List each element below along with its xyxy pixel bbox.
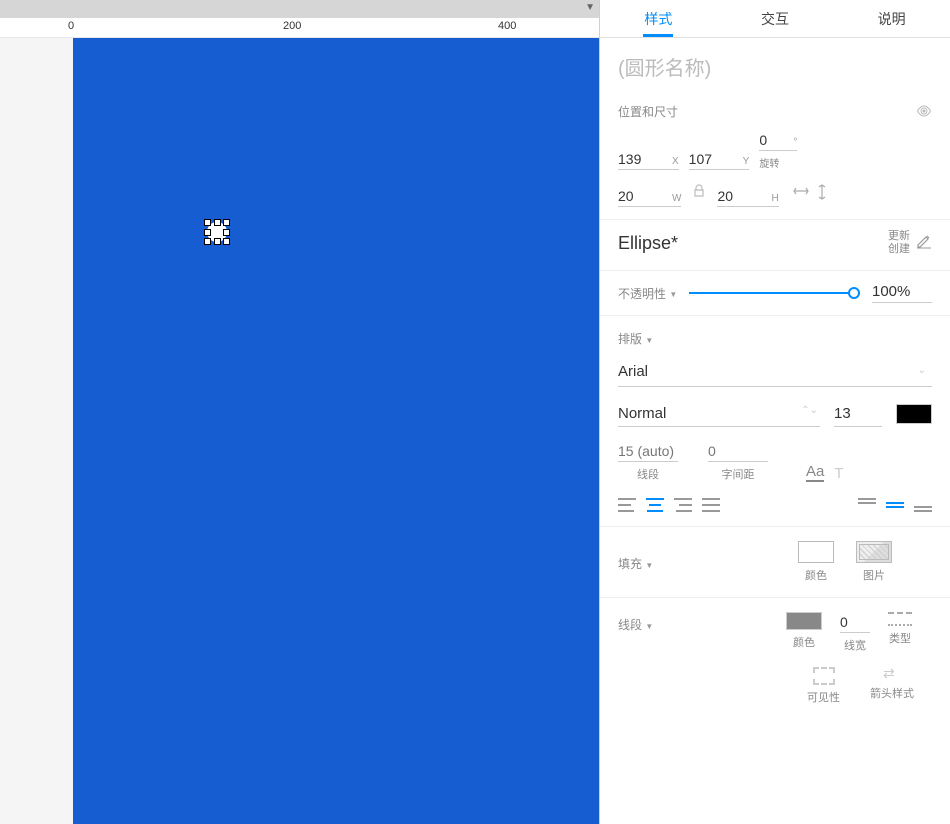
tab-style[interactable]: 样式 bbox=[600, 0, 717, 37]
typography-title[interactable]: 排版 ▼ bbox=[618, 330, 932, 347]
opacity-value[interactable]: 100% bbox=[872, 283, 932, 303]
line-type-button[interactable] bbox=[888, 612, 912, 626]
visibility-toggle-icon[interactable] bbox=[916, 104, 932, 120]
line-height-input[interactable] bbox=[618, 441, 678, 462]
ruler-horizontal: 0 200 400 bbox=[0, 18, 599, 38]
opacity-slider-thumb[interactable] bbox=[848, 287, 860, 299]
resize-handle-bc[interactable] bbox=[214, 238, 221, 245]
text-case-icon[interactable]: Aa bbox=[806, 463, 824, 482]
opacity-row: 不透明性 ▼ 100% bbox=[600, 271, 950, 316]
workspace[interactable] bbox=[0, 38, 599, 824]
selected-ellipse[interactable] bbox=[204, 219, 230, 245]
ruler-tick-0: 0 bbox=[68, 20, 74, 32]
panel-tabs: 样式 交互 说明 bbox=[600, 0, 950, 38]
shape-name-input[interactable]: (圆形名称) bbox=[600, 38, 950, 91]
tab-interaction[interactable]: 交互 bbox=[717, 0, 834, 37]
line-color-swatch[interactable] bbox=[786, 612, 822, 630]
flip-horizontal-icon[interactable] bbox=[793, 184, 809, 203]
fill-color-label: 颜色 bbox=[805, 567, 827, 583]
style-create-label[interactable]: 创建 bbox=[888, 243, 910, 256]
rotation-input[interactable] bbox=[759, 132, 789, 148]
properties-panel: 样式 交互 说明 (圆形名称) 位置和尺寸 X bbox=[599, 0, 950, 824]
edit-style-icon[interactable] bbox=[916, 233, 932, 253]
tab-notes[interactable]: 说明 bbox=[833, 0, 950, 37]
widget-style-name[interactable]: Ellipse* bbox=[618, 233, 678, 254]
width-label: W bbox=[672, 193, 681, 204]
line-visibility-label: 可见性 bbox=[807, 689, 840, 705]
resize-handle-ml[interactable] bbox=[204, 229, 211, 236]
resize-handle-mr[interactable] bbox=[223, 229, 230, 236]
rotation-label: 旋转 bbox=[759, 155, 797, 170]
lock-aspect-icon[interactable] bbox=[693, 184, 705, 201]
section-fill: 填充 ▼ 颜色 图片 bbox=[600, 527, 950, 598]
resize-handle-tc[interactable] bbox=[214, 219, 221, 226]
rotation-unit: ° bbox=[793, 137, 797, 148]
line-height-label: 线段 bbox=[618, 466, 678, 482]
x-label: X bbox=[672, 156, 679, 167]
spinner-icon: ⌃⌄ bbox=[801, 405, 818, 416]
section-line: 线段 ▼ 颜色 线宽 类型 bbox=[600, 598, 950, 719]
position-size-title: 位置和尺寸 bbox=[618, 103, 678, 120]
y-input[interactable] bbox=[689, 151, 739, 167]
line-width-input[interactable] bbox=[840, 612, 870, 633]
page-rectangle[interactable] bbox=[73, 38, 599, 824]
width-input[interactable] bbox=[618, 188, 668, 204]
font-family-select[interactable]: Arial bbox=[618, 357, 932, 387]
x-input[interactable] bbox=[618, 151, 668, 167]
flip-vertical-icon[interactable] bbox=[815, 184, 829, 203]
y-label: Y bbox=[743, 156, 750, 167]
line-type-label: 类型 bbox=[889, 630, 911, 646]
ruler-tick-400: 400 bbox=[498, 20, 516, 32]
align-right-button[interactable] bbox=[674, 498, 692, 512]
line-color-label: 颜色 bbox=[793, 634, 815, 650]
ruler-tick-200: 200 bbox=[283, 20, 301, 32]
font-size-input[interactable] bbox=[834, 401, 882, 427]
valign-middle-button[interactable] bbox=[886, 498, 904, 512]
chevron-down-icon: ⌄ bbox=[918, 365, 926, 376]
letter-spacing-label: 字间距 bbox=[708, 466, 768, 482]
line-width-label: 线宽 bbox=[844, 637, 866, 653]
resize-handle-br[interactable] bbox=[223, 238, 230, 245]
height-label: H bbox=[771, 193, 778, 204]
align-center-button[interactable] bbox=[646, 498, 664, 512]
fill-color-swatch[interactable] bbox=[798, 541, 834, 563]
align-justify-button[interactable] bbox=[702, 498, 720, 512]
resize-handle-tr[interactable] bbox=[223, 219, 230, 226]
section-position-size: 位置和尺寸 X Y bbox=[600, 91, 950, 220]
resize-handle-tl[interactable] bbox=[204, 219, 211, 226]
height-input[interactable] bbox=[717, 188, 767, 204]
widget-style-row: Ellipse* 更新 创建 bbox=[600, 220, 950, 271]
opacity-slider[interactable] bbox=[689, 292, 860, 294]
arrow-style-label: 箭头样式 bbox=[870, 685, 914, 701]
valign-bottom-button[interactable] bbox=[914, 498, 932, 512]
align-left-button[interactable] bbox=[618, 498, 636, 512]
fill-image-label: 图片 bbox=[863, 567, 885, 583]
vertical-align-group bbox=[858, 498, 932, 512]
fill-image-button[interactable] bbox=[856, 541, 892, 563]
style-update-label[interactable]: 更新 bbox=[888, 230, 910, 243]
valign-top-button[interactable] bbox=[858, 498, 876, 512]
canvas-area[interactable]: ▼ 0 200 400 bbox=[0, 0, 599, 824]
line-visibility-button[interactable] bbox=[813, 667, 835, 685]
resize-handle-bl[interactable] bbox=[204, 238, 211, 245]
font-color-swatch[interactable] bbox=[896, 404, 932, 424]
chevron-down-icon[interactable]: ▼ bbox=[585, 2, 595, 13]
letter-spacing-input[interactable] bbox=[708, 441, 768, 462]
horizontal-align-group bbox=[618, 498, 720, 512]
canvas-top-bar: ▼ bbox=[0, 0, 599, 18]
fill-title[interactable]: 填充 ▼ bbox=[618, 555, 653, 572]
opacity-label[interactable]: 不透明性 ▼ bbox=[618, 285, 677, 302]
arrow-style-button[interactable] bbox=[881, 667, 903, 681]
font-weight-select[interactable]: Normal ⌃⌄ bbox=[618, 401, 820, 427]
line-title[interactable]: 线段 ▼ bbox=[618, 616, 653, 633]
section-typography: 排版 ▼ Arial ⌄ Normal ⌃⌄ 线段 bbox=[600, 316, 950, 527]
text-transform-icon[interactable]: T bbox=[834, 465, 843, 482]
